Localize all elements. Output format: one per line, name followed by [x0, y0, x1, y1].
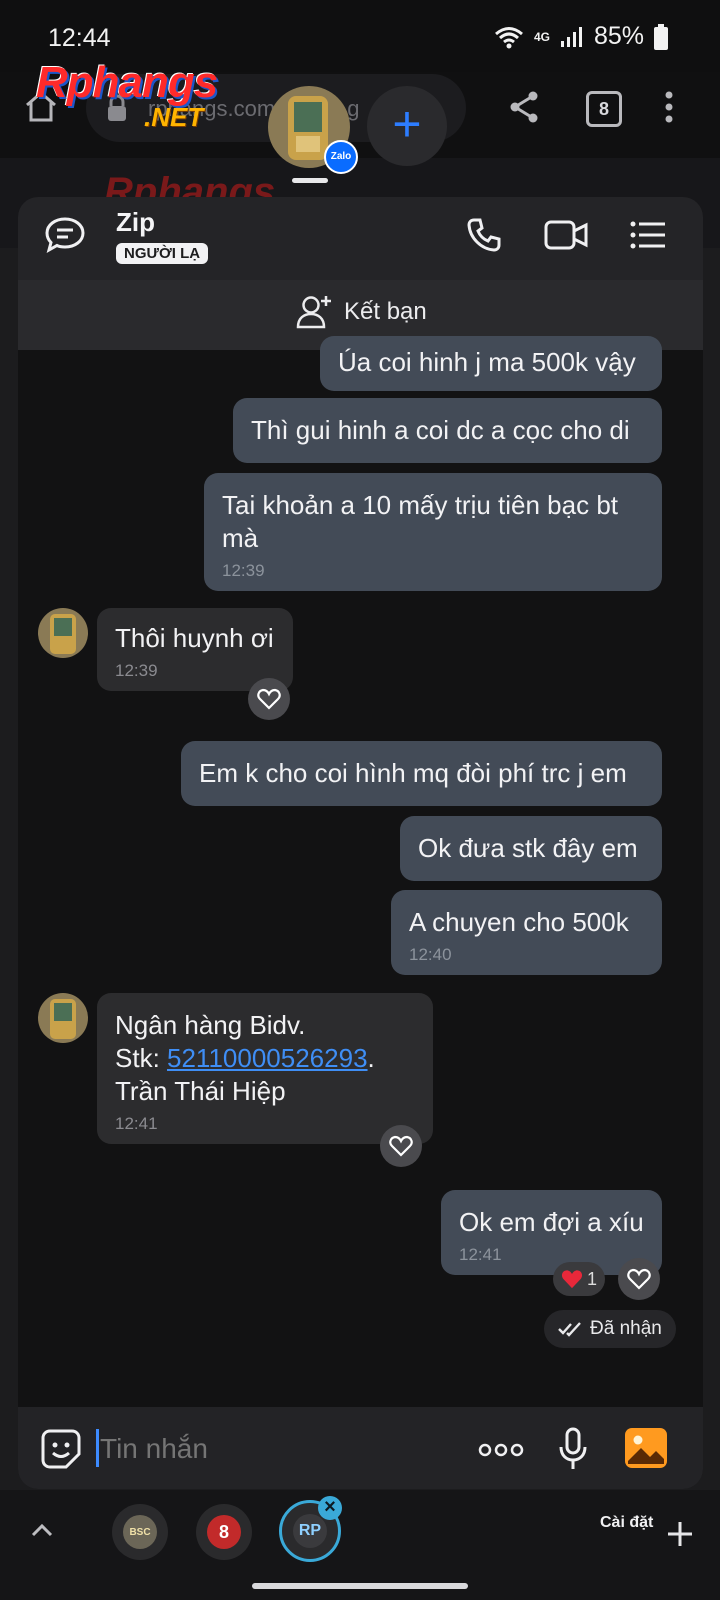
- tray-bubble-bsc[interactable]: BSC: [112, 1504, 168, 1560]
- options-menu-icon[interactable]: [630, 220, 666, 250]
- tray-bubble-8[interactable]: 8: [196, 1504, 252, 1560]
- account-line: Stk: 52110000526293.: [115, 1042, 415, 1075]
- message-outgoing[interactable]: A chuyen cho 500k 12:40: [391, 890, 662, 975]
- more-options-icon[interactable]: [478, 1443, 524, 1457]
- heart-icon: [257, 688, 281, 710]
- react-button[interactable]: [618, 1258, 660, 1300]
- tray-bubble-bsc-label: BSC: [123, 1515, 157, 1549]
- delivery-status: Đã nhận: [544, 1310, 676, 1348]
- message-time: 12:40: [409, 945, 452, 964]
- chat-header: Zip NGƯỜI LẠ: [18, 197, 703, 280]
- message-text: Ok em đợi a xíu: [459, 1207, 644, 1237]
- message-list[interactable]: Úa coi hinh j ma 500k vậy Thì gui hinh a…: [18, 336, 703, 1489]
- sticker-icon[interactable]: [40, 1428, 82, 1470]
- add-friend-label: Kết bạn: [344, 298, 427, 325]
- message-outgoing[interactable]: Em k cho coi hình mq đòi phí trc j em: [181, 741, 662, 806]
- voice-call-icon[interactable]: [466, 217, 502, 253]
- message-time: 12:39: [222, 561, 265, 580]
- message-input[interactable]: [98, 1425, 402, 1473]
- reaction-count: 1: [586, 1268, 597, 1289]
- contact-avatar[interactable]: [38, 993, 88, 1043]
- account-number-link[interactable]: 52110000526293: [167, 1043, 368, 1073]
- message-text: A chuyen cho 500k: [409, 907, 629, 937]
- message-outgoing[interactable]: Tai khoản a 10 mấy trịu tiên bạc bt mà 1…: [204, 473, 662, 591]
- message-text: Úa coi hinh j ma 500k vậy: [338, 347, 636, 377]
- status-icons: 4G 85%: [494, 22, 668, 51]
- contact-avatar[interactable]: [38, 608, 88, 658]
- double-check-icon: [558, 1322, 581, 1337]
- chat-panel: Zip NGƯỜI LẠ Kết bạn Úa coi hinh j ma 50…: [18, 197, 703, 1489]
- add-friend-button[interactable]: Kết bạn: [296, 294, 427, 330]
- bank-name-line: Ngân hàng Bidv.: [115, 1010, 306, 1040]
- close-bubble-button[interactable]: ×: [318, 1496, 342, 1520]
- delivery-status-text: Đã nhận: [590, 1318, 662, 1339]
- network-type: 4G: [533, 29, 550, 44]
- chat-list-icon[interactable]: [44, 216, 86, 254]
- account-suffix: .: [367, 1043, 375, 1073]
- tab-switcher-button[interactable]: 8: [586, 91, 622, 127]
- wifi-icon: [494, 26, 523, 48]
- message-time: 12:41: [115, 1114, 158, 1133]
- contact-name: Zip: [116, 207, 155, 237]
- message-time: 12:39: [115, 661, 158, 680]
- site-logo: Rphangs .NET: [36, 58, 266, 138]
- message-text: Tai khoản a 10 mấy trịu tiên bạc bt mà: [222, 490, 619, 553]
- avatar-image: [38, 993, 88, 1043]
- settings-label[interactable]: Cài đặt: [600, 1514, 653, 1532]
- message-outgoing[interactable]: Ok đưa stk đây em: [400, 816, 662, 881]
- status-time: 12:44: [48, 24, 111, 52]
- close-icon: ×: [324, 1496, 336, 1518]
- tray-bubble-8-label: 8: [207, 1515, 241, 1549]
- account-prefix: Stk:: [115, 1043, 168, 1073]
- tray-bubble-rp-label: RP: [293, 1514, 327, 1548]
- message-text: Ok đưa stk đây em: [418, 833, 638, 863]
- heart-icon: [627, 1268, 651, 1290]
- gesture-nav-handle[interactable]: [252, 1583, 468, 1589]
- account-holder-line: Trần Thái Hiệp: [115, 1076, 286, 1106]
- message-text: Thôi huynh ơi: [115, 623, 274, 653]
- message-outgoing[interactable]: Thì gui hinh a coi dc a cọc cho di: [233, 398, 662, 463]
- image-gallery-icon[interactable]: [624, 1427, 668, 1469]
- message-text: Em k cho coi hình mq đòi phí trc j em: [199, 758, 627, 788]
- react-button[interactable]: [248, 678, 290, 720]
- message-incoming[interactable]: Ngân hàng Bidv. Stk: 52110000526293. Trầ…: [97, 993, 433, 1144]
- add-friend-icon: [296, 296, 331, 329]
- video-call-icon[interactable]: [544, 219, 588, 251]
- microphone-icon[interactable]: [558, 1427, 588, 1471]
- stranger-badge: NGƯỜI LẠ: [116, 243, 209, 264]
- message-text: Thì gui hinh a coi dc a cọc cho di: [251, 415, 630, 445]
- logo-main: Rphangs: [36, 58, 218, 107]
- heart-icon: [389, 1135, 413, 1157]
- chevron-up-icon[interactable]: [30, 1522, 54, 1538]
- new-bubble-button[interactable]: +: [367, 86, 447, 166]
- zalo-badge: Zalo: [324, 140, 358, 174]
- message-time: 12:41: [459, 1245, 502, 1264]
- bubble-handle: [292, 178, 328, 183]
- logo-suffix: .NET: [144, 102, 204, 132]
- battery-icon: [654, 23, 668, 50]
- message-outgoing[interactable]: Úa coi hinh j ma 500k vậy: [320, 336, 662, 391]
- signal-icon: [560, 26, 582, 47]
- add-icon[interactable]: [666, 1520, 694, 1548]
- red-heart-icon: [561, 1270, 583, 1289]
- avatar-image: [38, 608, 88, 658]
- reaction-summary[interactable]: 1: [553, 1262, 605, 1296]
- message-composer: [18, 1407, 703, 1489]
- battery-percent: 85%: [593, 22, 644, 50]
- react-button[interactable]: [380, 1125, 422, 1167]
- share-icon[interactable]: [508, 90, 540, 124]
- more-menu-icon[interactable]: [664, 90, 674, 124]
